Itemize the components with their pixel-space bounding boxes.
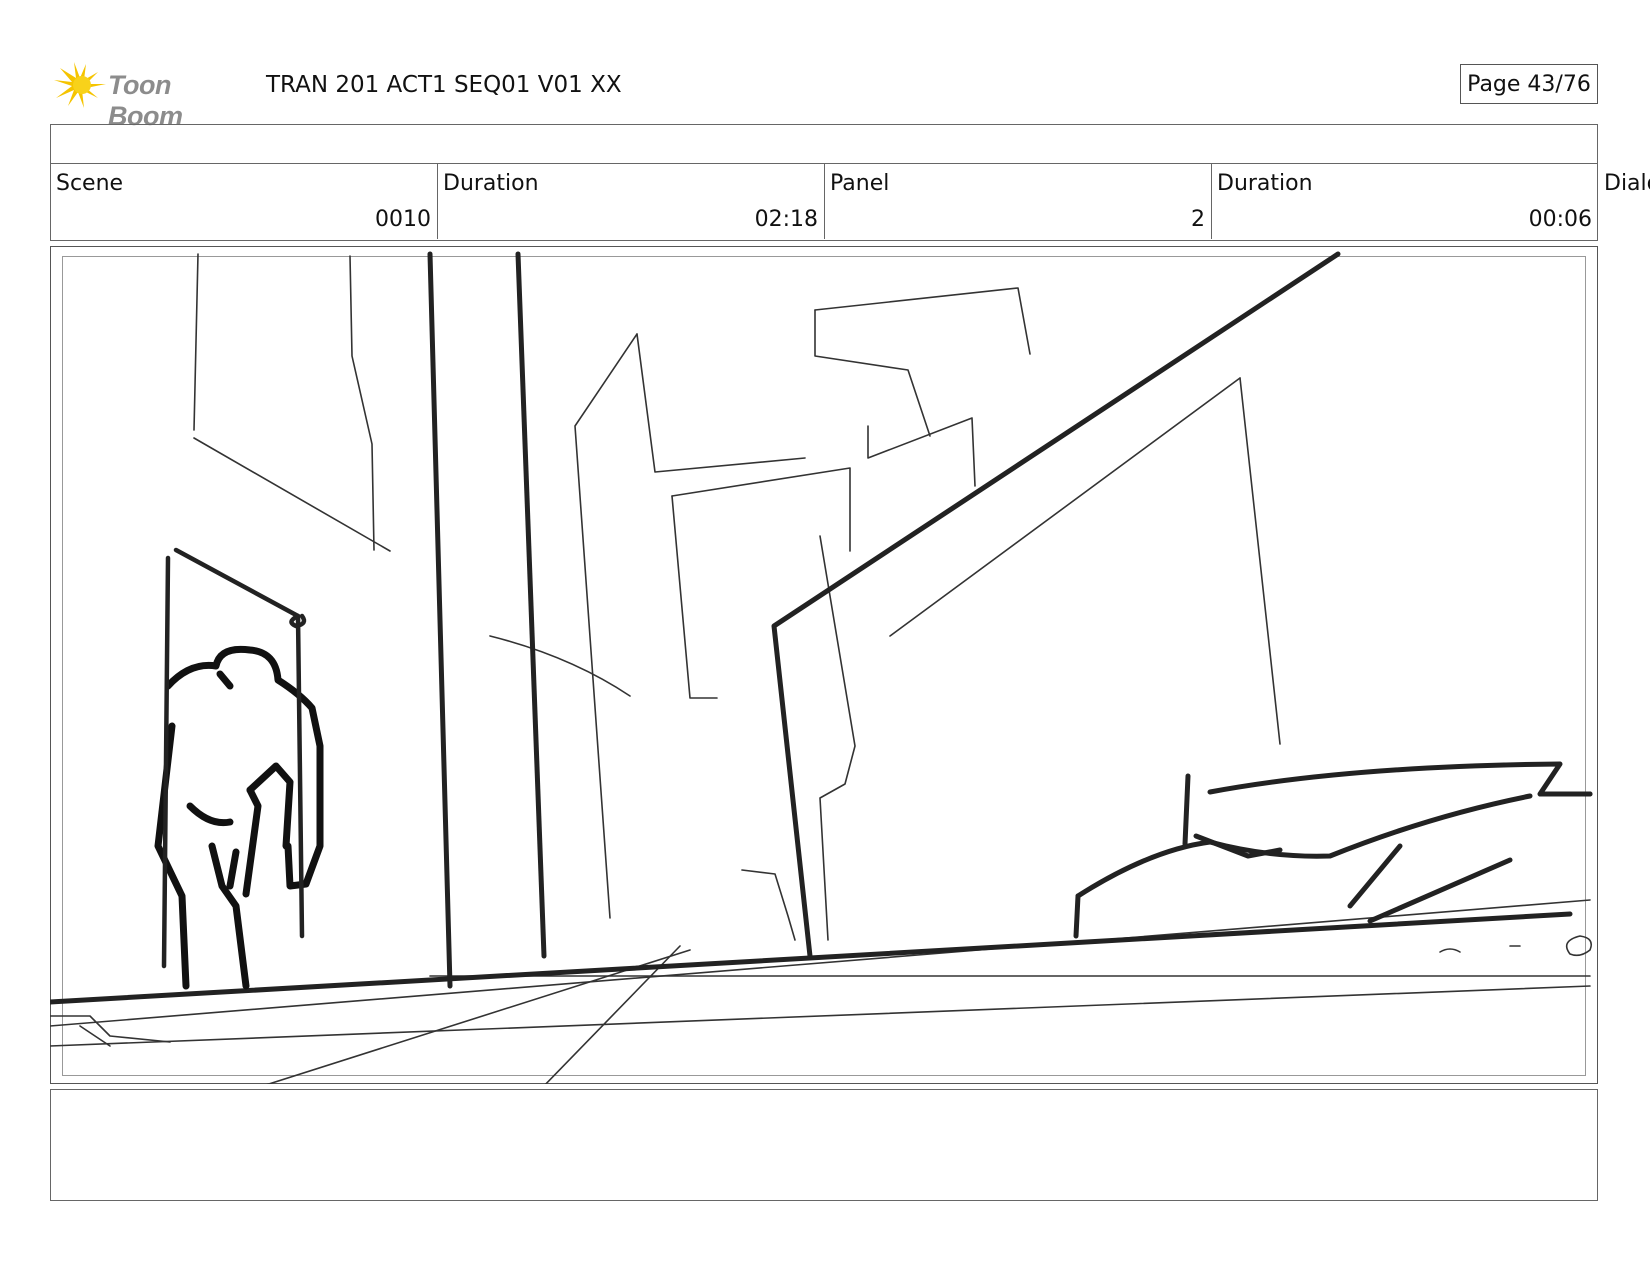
scene-value: 0010	[375, 207, 431, 232]
panel-value: 2	[1191, 207, 1205, 232]
logo-text: Toon Boom	[108, 70, 183, 131]
panel-duration-value: 00:06	[1528, 207, 1592, 232]
panel-duration-cell: Duration 00:06	[1212, 163, 1598, 239]
storyboard-sketch	[50, 251, 1593, 1084]
scene-label: Scene	[56, 171, 124, 196]
document-title: TRAN 201 ACT1 SEQ01 V01 XX	[266, 72, 622, 98]
page-indicator: Page 43/76	[1460, 64, 1598, 104]
scene-cell: Scene 0010	[51, 163, 438, 239]
panel-info-row: Scene 0010 Duration 02:18 Panel 2 Durati…	[50, 163, 1598, 241]
panel-cell: Panel 2	[825, 163, 1212, 239]
panel-label: Panel	[830, 171, 890, 196]
sunburst-comet-icon	[54, 62, 106, 108]
dialog-label: Dialo	[1604, 171, 1650, 196]
toon-boom-logo: Toon Boom	[52, 58, 252, 131]
panel-duration-label: Duration	[1217, 171, 1313, 196]
scene-duration-value: 02:18	[754, 207, 818, 232]
scene-duration-label: Duration	[443, 171, 539, 196]
notes-box	[50, 1089, 1598, 1201]
scene-duration-cell: Duration 02:18	[438, 163, 825, 239]
header-bar	[50, 124, 1598, 164]
